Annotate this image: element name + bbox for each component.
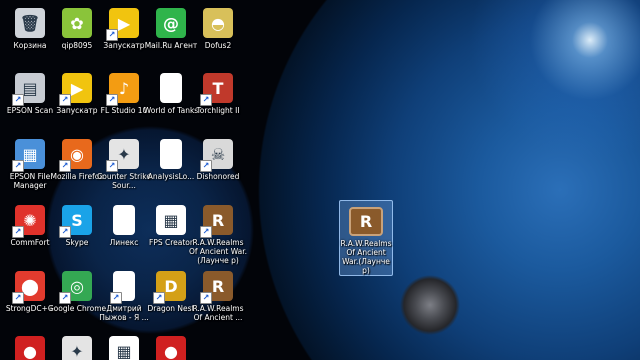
shortcut-arrow-icon: ↗ — [110, 292, 122, 304]
desktop-icon-label: Запускатр — [103, 41, 145, 50]
desktop-icon-label: Torchlight II — [196, 106, 240, 115]
desktop-icon-selected[interactable]: R R.A.W.Realms Of Ancient War.(Лаунче р) — [339, 200, 393, 276]
raw-game-icon: R ↗ — [200, 271, 233, 304]
chrome-icon: ◎ ↗ — [59, 271, 92, 304]
shortcut-arrow-icon: ↗ — [200, 292, 212, 304]
document-icon — [160, 73, 182, 103]
document-icon: ↗ — [110, 271, 135, 304]
dofus-icon: ◓ — [203, 8, 233, 38]
shortcut-arrow-icon: ↗ — [12, 94, 24, 106]
desktop-icon-label: CommFort — [10, 238, 50, 247]
desktop-icon-label: R.A.W.Realms Of Ancient War.(Лаунче р) — [188, 238, 248, 265]
shortcut-arrow-icon: ↗ — [59, 292, 71, 304]
qip-icon: ✿ — [62, 8, 92, 38]
desktop-icon[interactable]: R ↗ R.A.W.Realms Of Ancient War.(Лаунче р) — [188, 199, 248, 265]
shortcut-arrow-icon: ↗ — [59, 94, 71, 106]
desktop-icon-label: R.A.W.Realms Of Ancient War.(Лаунче р) — [340, 239, 392, 275]
skype-icon: S ↗ — [59, 205, 92, 238]
desktop-icon[interactable]: T ↗ Torchlight II — [188, 67, 248, 115]
shortcut-arrow-icon: ↗ — [153, 292, 165, 304]
dragon-nest-icon: D ↗ — [153, 271, 186, 304]
desktop-icon-label: FPS Creator — [149, 238, 193, 247]
red-app-icon: ● — [15, 336, 45, 360]
commfort-icon: ✺ ↗ — [12, 205, 45, 238]
shortcut-arrow-icon: ↗ — [106, 160, 118, 172]
epson-file-manager-icon: ▦ ↗ — [12, 139, 45, 172]
desktop-icon-label: Skype — [65, 238, 89, 247]
generic-app-icon: ▦ — [109, 336, 139, 360]
shortcut-arrow-icon: ↗ — [59, 160, 71, 172]
raw-game-icon: R — [349, 207, 383, 236]
recycle-bin-icon: 🗑 — [15, 8, 45, 38]
fl-studio-icon: ♪ ↗ — [106, 73, 139, 106]
document-icon — [113, 205, 135, 235]
strongdc-icon: ⬤ ↗ — [12, 271, 45, 304]
torchlight-icon: T ↗ — [200, 73, 233, 106]
epson-scan-icon: ▤ ↗ — [12, 73, 45, 106]
shortcut-arrow-icon: ↗ — [200, 160, 212, 172]
desktop-icon-label: Dishonored — [196, 172, 240, 181]
shortcut-arrow-icon: ↗ — [12, 226, 24, 238]
desktop-icon[interactable]: ● — [141, 330, 201, 360]
dishonored-icon: ☠ ↗ — [200, 139, 233, 172]
shortcut-arrow-icon: ↗ — [12, 160, 24, 172]
desktop-icon[interactable]: ☠ ↗ Dishonored — [188, 133, 248, 181]
desktop-icon[interactable]: ◓ Dofus2 — [188, 2, 248, 50]
fps-creator-icon: ▦ — [156, 205, 186, 235]
desktop-icon-label: Dofus2 — [204, 41, 232, 50]
shortcut-arrow-icon: ↗ — [200, 94, 212, 106]
shortcut-arrow-icon: ↗ — [12, 292, 24, 304]
firefox-icon: ◉ ↗ — [59, 139, 92, 172]
raw-game-icon: R ↗ — [200, 205, 233, 238]
desktop-icon-label: qip8095 — [61, 41, 93, 50]
red-app-icon: ● — [156, 336, 186, 360]
desktop-icon-label: Линекс — [109, 238, 139, 247]
desktop-icon[interactable]: R ↗ R.A.W.Realms Of Ancient ... — [188, 265, 248, 322]
launcher-icon: ▶ ↗ — [59, 73, 92, 106]
desktop-icon-label: Запускатр — [56, 106, 98, 115]
counter-strike-icon: ✦ — [62, 336, 92, 360]
desktop-icon-label: Корзина — [13, 41, 47, 50]
shortcut-arrow-icon: ↗ — [106, 94, 118, 106]
desktop[interactable]: 🗑 Корзина ✿ qip8095 ▶ ↗ Запускатр @ Mail.Ru Аген… — [0, 0, 640, 360]
document-icon — [160, 139, 182, 169]
shortcut-arrow-icon: ↗ — [106, 29, 118, 41]
launcher-icon: ▶ ↗ — [106, 8, 139, 41]
counter-strike-icon: ✦ ↗ — [106, 139, 139, 172]
shortcut-arrow-icon: ↗ — [200, 226, 212, 238]
desktop-icon-label: R.A.W.Realms Of Ancient ... — [192, 304, 244, 322]
mailru-agent-icon: @ — [156, 8, 186, 38]
shortcut-arrow-icon: ↗ — [59, 226, 71, 238]
